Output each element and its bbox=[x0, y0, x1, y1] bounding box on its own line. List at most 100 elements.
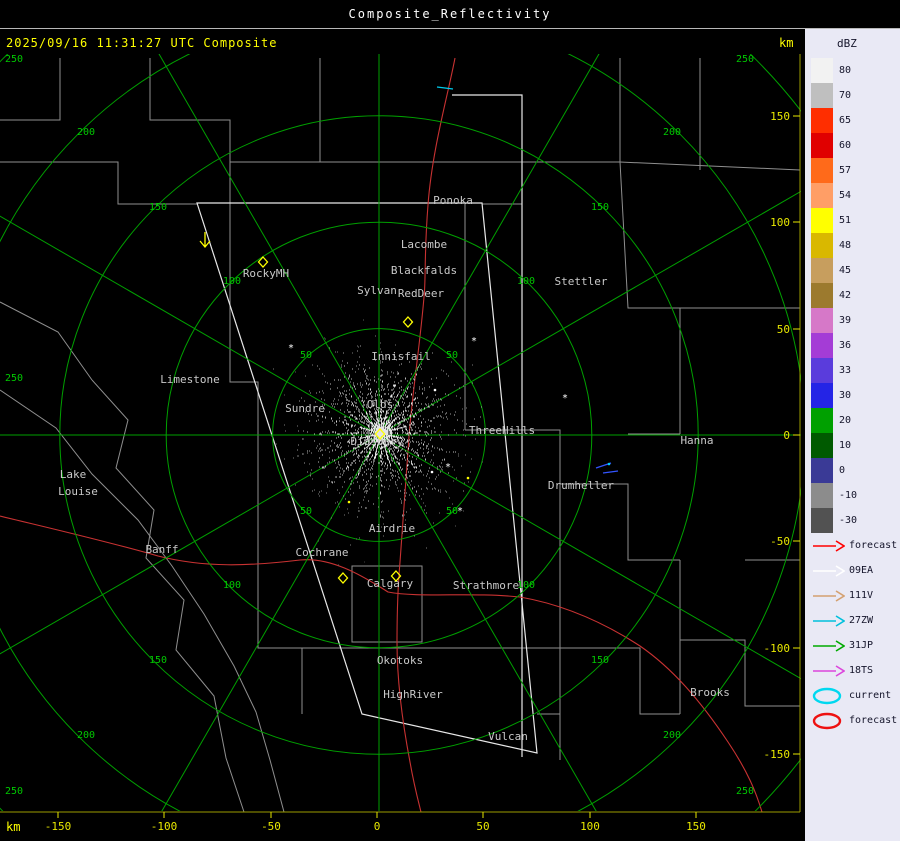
county-boundary bbox=[619, 161, 801, 171]
legend-label: current bbox=[849, 690, 892, 701]
window-titlebar: Composite_Reflectivity bbox=[0, 0, 900, 29]
range-label: 150 bbox=[591, 655, 609, 666]
x-tick-label: -50 bbox=[261, 820, 281, 833]
place-label: Didsbury bbox=[351, 435, 404, 448]
colorbar-value: 51 bbox=[839, 215, 852, 226]
radar-site-diamond bbox=[337, 572, 349, 584]
place-label: Drumheller bbox=[548, 479, 615, 492]
y-tick-label: -100 bbox=[764, 642, 791, 655]
colorbar-value: 60 bbox=[839, 140, 852, 151]
place-label: Calgary bbox=[367, 577, 414, 590]
county-boundary bbox=[0, 389, 285, 813]
county-boundary bbox=[257, 434, 303, 714]
colorbar-entry: 20 bbox=[811, 408, 900, 433]
grid-spoke bbox=[378, 54, 600, 436]
place-label: Sylvan bbox=[357, 284, 397, 297]
radar-map[interactable]: 250 200 150 100 50 250 200 150 100 50 250 50 100 150 2… bbox=[0, 29, 805, 841]
county-boundary bbox=[619, 161, 800, 309]
legend-item: forecast bbox=[811, 708, 900, 733]
colorbar-swatch bbox=[811, 133, 833, 158]
grid-spoke bbox=[378, 434, 597, 811]
range-label: 200 bbox=[663, 127, 681, 138]
colorbar-panel: dBZ 80 70 65 60 57 54 51 48 45 42 39 36 33 30 20 10 0 -10… bbox=[805, 29, 900, 841]
county-boundary bbox=[149, 58, 231, 162]
y-tick-label: 0 bbox=[783, 429, 790, 442]
range-label: 250 bbox=[5, 373, 23, 384]
legend-arrow-icon bbox=[813, 639, 845, 652]
place-label: Brooks bbox=[690, 686, 730, 699]
colorbar-value: -30 bbox=[839, 515, 858, 526]
colorbar-entry: -30 bbox=[811, 508, 900, 533]
county-boundary bbox=[560, 483, 680, 561]
colorbar-value: 45 bbox=[839, 265, 852, 276]
storm-marker: * bbox=[445, 462, 451, 473]
legend-label: 18TS bbox=[849, 665, 874, 676]
storm-marker: * bbox=[562, 393, 568, 404]
radar-map-panel: 250 200 150 100 50 250 200 150 100 50 250 50 100 150 2… bbox=[0, 29, 805, 841]
range-label: 150 bbox=[591, 202, 609, 213]
x-tick-label: -100 bbox=[151, 820, 178, 833]
range-label: 150 bbox=[149, 655, 167, 666]
range-label: 50 bbox=[446, 350, 458, 361]
storm-marker: * bbox=[288, 343, 294, 354]
place-label: Banff bbox=[145, 543, 178, 556]
colorbar-entry: 10 bbox=[811, 433, 900, 458]
colorbar-value: 10 bbox=[839, 440, 852, 451]
range-label: 250 bbox=[736, 54, 754, 65]
km-unit-bottom: km bbox=[6, 820, 20, 834]
legend-arrow-icon bbox=[813, 589, 845, 602]
legend-label: forecast bbox=[849, 540, 898, 551]
y-tick-label: 50 bbox=[777, 323, 790, 336]
range-label: 100 bbox=[223, 276, 241, 287]
echo-speck bbox=[433, 388, 437, 392]
legend-ellipse-icon bbox=[812, 712, 842, 729]
x-tick-label: -150 bbox=[45, 820, 72, 833]
legend-label: forecast bbox=[849, 715, 898, 726]
range-label: 200 bbox=[77, 127, 95, 138]
place-label: Airdrie bbox=[369, 522, 415, 535]
place-label: HighRiver bbox=[383, 688, 443, 701]
storm-marker: * bbox=[471, 336, 477, 347]
grid-spoke bbox=[158, 54, 380, 436]
colorbar-entry: 54 bbox=[811, 183, 900, 208]
colorbar-value: -10 bbox=[839, 490, 858, 501]
county-boundary bbox=[0, 58, 61, 121]
colorbar-entry: 45 bbox=[811, 258, 900, 283]
place-label: Strathmore bbox=[453, 579, 519, 592]
place-label: RedDeer bbox=[398, 287, 445, 300]
place-label: Okotoks bbox=[377, 654, 423, 667]
colorbar-title: dBZ bbox=[837, 37, 857, 50]
legend-label: 31JP bbox=[849, 640, 874, 651]
y-tick-label: 150 bbox=[770, 110, 790, 123]
window-title: Composite_Reflectivity bbox=[348, 7, 552, 21]
colorbar-swatch bbox=[811, 183, 833, 208]
grid-spoke bbox=[161, 434, 380, 811]
range-label: 100 bbox=[517, 276, 535, 287]
colorbar-swatch bbox=[811, 333, 833, 358]
place-label: Limestone bbox=[160, 373, 220, 386]
colorbar-swatch bbox=[811, 458, 833, 483]
range-label: 250 bbox=[5, 54, 23, 65]
county-boundary bbox=[0, 301, 93, 381]
colorbar-value: 57 bbox=[839, 165, 852, 176]
river-segment bbox=[436, 86, 454, 90]
county-boundary bbox=[560, 647, 680, 715]
range-label: 150 bbox=[149, 202, 167, 213]
colorbar-swatch bbox=[811, 208, 833, 233]
colorbar-value: 70 bbox=[839, 90, 852, 101]
colorbar-value: 54 bbox=[839, 190, 852, 201]
legend-item: 31JP bbox=[811, 633, 900, 658]
colorbar-value: 20 bbox=[839, 415, 852, 426]
x-tick-label: 100 bbox=[580, 820, 600, 833]
place-label: Lake bbox=[60, 468, 87, 481]
colorbar-entry: 51 bbox=[811, 208, 900, 233]
range-label: 50 bbox=[300, 350, 312, 361]
county-boundary bbox=[465, 429, 561, 484]
colorbar-swatch bbox=[811, 508, 833, 533]
range-label: 200 bbox=[77, 730, 95, 741]
x-tick-label: 0 bbox=[374, 820, 381, 833]
colorbar-swatch bbox=[811, 108, 833, 133]
main-area: 250 200 150 100 50 250 200 150 100 50 250 50 100 150 2… bbox=[0, 29, 900, 841]
legend-item: 18TS bbox=[811, 658, 900, 683]
place-label: Blackfalds bbox=[391, 264, 457, 277]
